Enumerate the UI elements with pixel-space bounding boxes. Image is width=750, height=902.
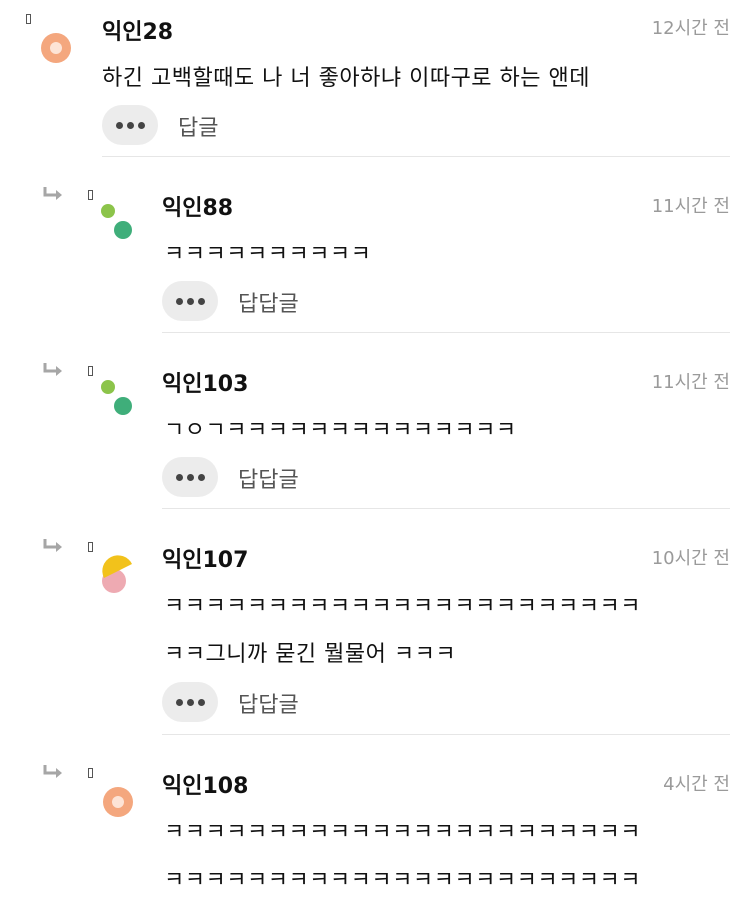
reply-button[interactable]: 답글 bbox=[178, 110, 218, 142]
comment-time: 12시간 전 bbox=[651, 18, 730, 39]
comment-author[interactable]: 익인108 bbox=[162, 768, 248, 800]
more-dots-icon bbox=[137, 121, 145, 129]
marker-icon bbox=[88, 190, 93, 200]
reply-button[interactable]: 답답글 bbox=[238, 687, 299, 719]
more-dots-icon bbox=[175, 698, 183, 706]
reply-arrow-icon bbox=[43, 363, 62, 376]
reply-item: 익인103 11시간 전 ㄱㅇㄱㅋㅋㅋㅋㅋㅋㅋㅋㅋㅋㅋㅋㅋㅋ 답답글 bbox=[0, 354, 750, 510]
more-dots-icon bbox=[197, 297, 205, 305]
reply-button[interactable]: 답답글 bbox=[238, 286, 299, 318]
more-button[interactable] bbox=[162, 682, 218, 722]
divider bbox=[162, 508, 730, 509]
more-dots-icon bbox=[175, 297, 183, 305]
divider bbox=[162, 332, 730, 333]
avatar-icon bbox=[103, 787, 133, 817]
comment-text: 하긴 고백할때도 나 너 좋아하냐 이따구로 하는 앤데 bbox=[102, 66, 590, 91]
reply-arrow-icon bbox=[43, 187, 62, 200]
more-dots-icon bbox=[186, 473, 194, 481]
more-dots-icon bbox=[186, 297, 194, 305]
divider bbox=[162, 734, 730, 735]
more-dots-icon bbox=[186, 698, 194, 706]
more-dots-icon bbox=[197, 698, 205, 706]
comment-author[interactable]: 익인28 bbox=[102, 14, 173, 46]
comment-text: ㅋㅋ그니까 묻긴 뭘물어 ㅋㅋㅋ bbox=[164, 642, 457, 667]
comment-text: ㅋㅋㅋㅋㅋㅋㅋㅋㅋㅋㅋㅋㅋㅋㅋㅋㅋㅋㅋㅋㅋㅋㅋ bbox=[164, 594, 642, 619]
comment-text: ㅋㅋㅋㅋㅋㅋㅋㅋㅋㅋㅋㅋㅋㅋㅋㅋㅋㅋㅋㅋㅋㅋㅋ bbox=[164, 868, 642, 893]
comment-item: 익인28 12시간 전 하긴 고백할때도 나 너 좋아하냐 이따구로 하는 앤데… bbox=[0, 0, 750, 158]
comment-time: 11시간 전 bbox=[651, 196, 730, 217]
more-dots-icon bbox=[197, 473, 205, 481]
more-dots-icon bbox=[126, 121, 134, 129]
comment-time: 11시간 전 bbox=[651, 372, 730, 393]
comment-time: 4시간 전 bbox=[663, 774, 730, 795]
comment-author[interactable]: 익인103 bbox=[162, 366, 248, 398]
comment-time: 10시간 전 bbox=[651, 548, 730, 569]
reply-item: 익인88 11시간 전 ㅋㅋㅋㅋㅋㅋㅋㅋㅋㅋ 답답글 bbox=[0, 178, 750, 334]
avatar-icon bbox=[101, 204, 132, 239]
avatar-icon bbox=[41, 33, 71, 63]
marker-icon bbox=[88, 542, 93, 552]
reply-item: 익인108 4시간 전 ㅋㅋㅋㅋㅋㅋㅋㅋㅋㅋㅋㅋㅋㅋㅋㅋㅋㅋㅋㅋㅋㅋㅋ ㅋㅋㅋㅋ… bbox=[0, 756, 750, 902]
reply-arrow-icon bbox=[43, 765, 62, 778]
marker-icon bbox=[88, 768, 93, 778]
marker-icon bbox=[88, 366, 93, 376]
reply-arrow-icon bbox=[43, 539, 62, 552]
reply-item: 익인107 10시간 전 ㅋㅋㅋㅋㅋㅋㅋㅋㅋㅋㅋㅋㅋㅋㅋㅋㅋㅋㅋㅋㅋㅋㅋ ㅋㅋ그… bbox=[0, 530, 750, 736]
avatar-icon bbox=[102, 555, 132, 593]
comment-text: ㄱㅇㄱㅋㅋㅋㅋㅋㅋㅋㅋㅋㅋㅋㅋㅋㅋ bbox=[164, 418, 517, 443]
more-dots-icon bbox=[115, 121, 123, 129]
marker-icon bbox=[26, 14, 31, 24]
more-button[interactable] bbox=[162, 457, 218, 497]
comment-author[interactable]: 익인88 bbox=[162, 190, 233, 222]
comment-author[interactable]: 익인107 bbox=[162, 542, 248, 574]
divider bbox=[102, 156, 730, 157]
more-button[interactable] bbox=[162, 281, 218, 321]
reply-button[interactable]: 답답글 bbox=[238, 462, 299, 494]
avatar-icon bbox=[101, 380, 132, 415]
more-button[interactable] bbox=[102, 105, 158, 145]
more-dots-icon bbox=[175, 473, 183, 481]
comment-text: ㅋㅋㅋㅋㅋㅋㅋㅋㅋㅋ bbox=[164, 242, 372, 267]
comment-text: ㅋㅋㅋㅋㅋㅋㅋㅋㅋㅋㅋㅋㅋㅋㅋㅋㅋㅋㅋㅋㅋㅋㅋ bbox=[164, 820, 642, 845]
